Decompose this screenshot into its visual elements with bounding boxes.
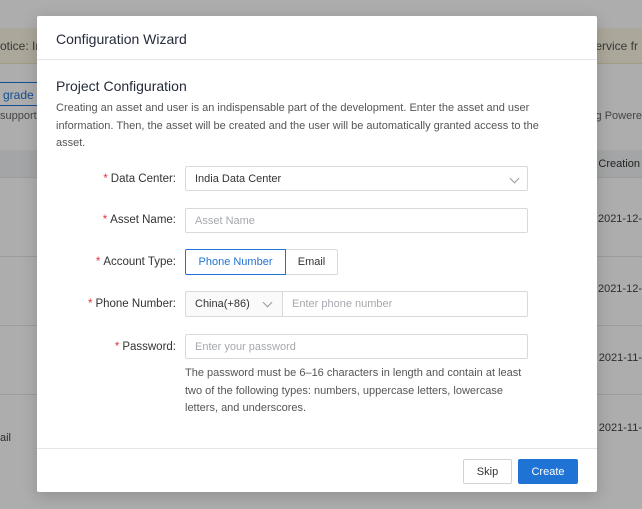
asset-name-label: * Asset Name: [102,214,176,226]
password-label: * Password: [114,341,176,353]
phone-number-label: * Phone Number: [87,298,176,310]
phone-number-placeholder: Enter phone number [292,298,393,310]
required-mark: * [114,341,120,353]
skip-button[interactable]: Skip [463,459,512,484]
account-type-email-option[interactable]: Email [285,249,338,275]
country-code-value: China(+86) [195,298,250,310]
dialog-title: Configuration Wizard [56,31,187,47]
section-title: Project Configuration [56,78,187,94]
required-mark: * [102,214,108,226]
data-center-select[interactable]: India Data Center [185,166,528,191]
chevron-down-icon [262,297,273,308]
asset-name-input[interactable]: Asset Name [185,208,528,233]
account-type-phone-option[interactable]: Phone Number [185,249,286,275]
configuration-wizard-dialog: Configuration Wizard Project Configurati… [37,16,597,492]
password-input[interactable]: Enter your password [185,334,528,359]
create-button[interactable]: Create [518,459,578,484]
dialog-header: Configuration Wizard [37,16,597,60]
password-placeholder: Enter your password [195,341,296,353]
data-center-label: * Data Center: [103,173,176,185]
dialog-footer: Skip Create [37,448,597,492]
required-mark: * [103,173,108,185]
password-hint: The password must be 6–16 characters in … [185,367,522,414]
account-type-label: * Account Type: [95,256,176,268]
chevron-down-icon [509,173,520,184]
asset-name-placeholder: Asset Name [195,215,255,227]
phone-number-input[interactable]: Enter phone number [282,291,528,317]
section-description: Creating an asset and user is an indispe… [56,102,539,149]
data-center-value: India Data Center [195,173,282,185]
country-code-select[interactable]: China(+86) [185,291,283,317]
required-mark: * [95,256,101,268]
required-mark: * [87,298,93,310]
